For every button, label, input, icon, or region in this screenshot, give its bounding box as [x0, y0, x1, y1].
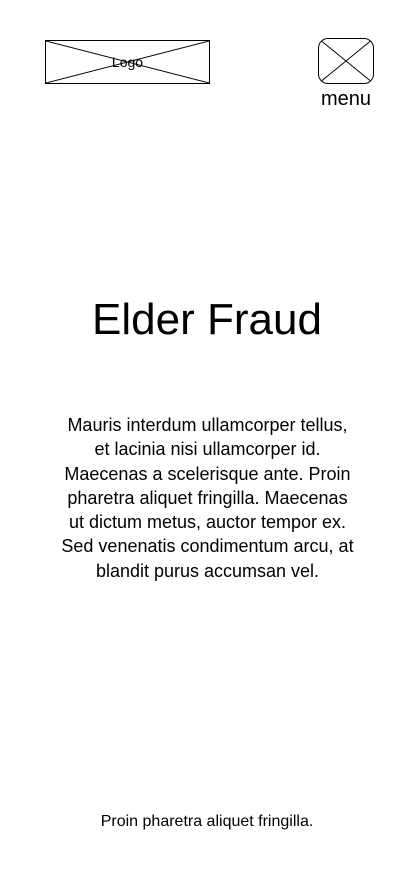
logo[interactable]: Logo — [45, 40, 210, 84]
page-title: Elder Fraud — [92, 295, 322, 344]
logo-label: Logo — [111, 54, 144, 70]
body-text: Mauris interdum ullamcorper tellus, et l… — [61, 415, 354, 581]
menu-label[interactable]: menu — [306, 88, 386, 110]
footer-text: Proin pharetra aliquet fringilla. — [100, 813, 314, 830]
menu-button[interactable] — [318, 38, 374, 84]
image-placeholder-icon — [319, 39, 373, 83]
